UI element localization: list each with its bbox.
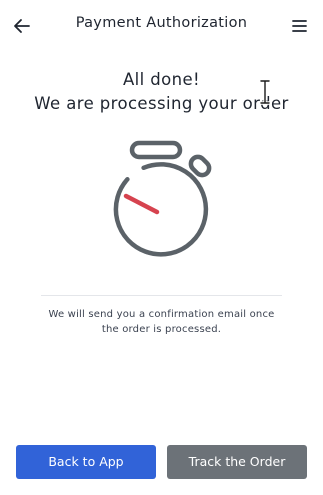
stopwatch-icon (113, 140, 212, 257)
back-to-app-button[interactable]: Back to App (16, 445, 156, 479)
top-bar: Payment Authorization (0, 0, 323, 52)
payment-authorization-screen: Payment Authorization All done! We are p… (0, 0, 323, 495)
headline-line-1: All done! (122, 70, 201, 89)
hamburger-menu-icon (292, 20, 307, 32)
menu-button[interactable] (287, 14, 311, 38)
text-cursor-icon (259, 79, 271, 105)
page-title: Payment Authorization (75, 15, 248, 31)
back-button[interactable] (10, 14, 34, 38)
arrow-left-icon (14, 19, 30, 33)
confirmation-message: We will send you a confirmation email on… (48, 309, 275, 335)
divider (41, 295, 282, 296)
confirmation-headline: All done! We are processing your order (0, 68, 323, 116)
headline-line-2: We are processing your order (34, 94, 289, 113)
track-order-button[interactable]: Track the Order (167, 445, 307, 479)
